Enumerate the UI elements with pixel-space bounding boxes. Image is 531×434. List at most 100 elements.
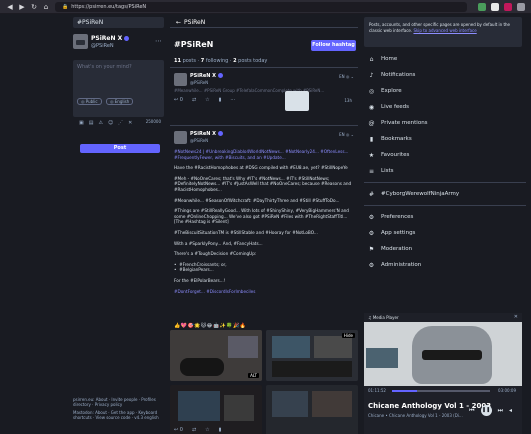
more-menu-icon[interactable]: ⋯	[155, 37, 162, 45]
nav-administration[interactable]: ⚙ Administration	[364, 257, 526, 273]
reply-icon[interactable]: ↩ 0	[174, 97, 183, 103]
forward-arrow-icon[interactable]: ▶	[16, 0, 28, 14]
post-author-handle[interactable]: @PSiReN	[190, 138, 208, 143]
post-paragraph: With a #SparklyPony... And, #FancyHats..…	[174, 240, 263, 246]
favourite-icon[interactable]: ☆	[205, 97, 209, 103]
nav-label: Favourites	[381, 152, 410, 158]
boost-icon[interactable]: ⇄	[192, 427, 196, 433]
post-avatar[interactable]	[174, 131, 187, 144]
reload-icon[interactable]: ↻	[28, 0, 40, 14]
share-icon[interactable]: ⋰	[118, 120, 123, 126]
media-icon[interactable]: ▣	[79, 120, 84, 126]
post-author-name[interactable]: PSiReN X	[190, 73, 224, 79]
media-photo-screens[interactable]: Hide	[266, 330, 358, 381]
track-duration: 03:00:09	[498, 388, 516, 393]
nav-followed-hashtag[interactable]: # #CyborgWerewolfNinjaArmy	[364, 186, 526, 202]
nav-app-settings[interactable]: ⚙ App settings	[364, 225, 526, 241]
nav-bookmarks[interactable]: ▮ Bookmarks	[364, 131, 526, 147]
visibility-select[interactable]: ◎ Public	[77, 98, 102, 105]
more-icon[interactable]: ⋯	[230, 97, 235, 103]
delete-icon[interactable]: ✕	[128, 120, 132, 126]
post-author-name[interactable]: PSiReN X	[190, 131, 224, 137]
nav-private-mentions[interactable]: @ Private mentions	[364, 115, 526, 131]
bookmark-icon[interactable]: ▮	[219, 427, 222, 433]
previous-track-icon[interactable]: ⏮	[469, 407, 474, 415]
extension-shield-icon[interactable]	[478, 3, 486, 11]
stats-today-label: posts today	[238, 58, 268, 64]
nav-notifications[interactable]: ♪ Notifications	[364, 67, 526, 83]
post-author-name-text: PSiReN X	[190, 131, 217, 137]
nav-home[interactable]: ⌂ Home	[364, 51, 526, 67]
bookmark-icon[interactable]: ▮	[219, 97, 222, 103]
media-photo-controller[interactable]: ALT	[170, 330, 262, 381]
elapsed-time: 01:11:52	[368, 388, 386, 393]
back-arrow-icon[interactable]: ←	[176, 19, 181, 26]
nav-favourites[interactable]: ★ Favourites	[364, 147, 526, 163]
alt-badge[interactable]: ALT	[248, 373, 259, 378]
advanced-interface-link[interactable]: Skip to advanced web interface	[413, 28, 476, 33]
nav-label: Preferences	[381, 214, 414, 220]
content-warning-icon[interactable]: ⚠	[98, 120, 102, 126]
search-input[interactable]: #PSiReN	[73, 17, 164, 28]
back-arrow-icon[interactable]: ◀	[4, 0, 16, 14]
profile-card[interactable]: PSiReN X @PSiReN ⋯	[73, 34, 164, 56]
post-paragraph: #TheBiscuitSituationTM is #StillStable a…	[174, 229, 318, 235]
nav-preferences[interactable]: ⚙ Preferences	[364, 209, 526, 225]
favourite-icon[interactable]: ☆	[205, 427, 209, 433]
url-bar[interactable]: 🔒 https://psirren.eu/tags/PSiReN	[55, 2, 467, 12]
nav-explore[interactable]: ◎ Explore	[364, 83, 526, 99]
next-track-icon[interactable]: ⏭	[498, 407, 503, 415]
extension-red-icon[interactable]	[504, 3, 512, 11]
media-player[interactable]: ♫ Media Player ✕ 01:11:52 03:00:09 Chica…	[364, 313, 522, 434]
home-icon[interactable]: ⌂	[40, 0, 52, 14]
nav-moderation[interactable]: ⚑ Moderation	[364, 241, 526, 257]
left-column: #PSiReN PSiReN X @PSiReN ⋯ What's on you…	[73, 17, 164, 427]
volume-icon[interactable]: ◂	[509, 407, 512, 414]
reply-icon[interactable]: ↩ 0	[174, 427, 183, 433]
compass-icon: ◎	[368, 87, 375, 95]
post-timestamp[interactable]: 13h	[344, 98, 352, 103]
divider	[364, 182, 526, 183]
post-author-handle[interactable]: @PSiReN	[190, 80, 208, 85]
compose-box[interactable]: What's on your mind? ◎ Public ◎ English …	[73, 60, 164, 126]
verified-icon	[218, 131, 224, 136]
media-photo-monitors[interactable]	[266, 385, 358, 434]
stats-posts-count: 11	[174, 58, 181, 64]
poll-icon[interactable]: ▤	[89, 120, 94, 126]
hide-media-button[interactable]: Hide	[341, 333, 355, 338]
gear-icon: ⚙	[368, 213, 375, 221]
divider	[364, 205, 526, 206]
profile-handle: @PSiReN	[91, 43, 114, 49]
follow-hashtag-button[interactable]: Follow hashtag	[311, 40, 356, 51]
language-select[interactable]: ◎ English	[106, 98, 134, 105]
nav-lists[interactable]: ≡ Lists	[364, 163, 526, 179]
footer-links-mastodon[interactable]: Mastodon: About · Get the app · Keyboard…	[73, 410, 164, 420]
status-post[interactable]: PSiReN X @PSiReN EN ◎ ⌄ #NotNews24 | #Un…	[170, 127, 358, 434]
post-avatar[interactable]	[174, 73, 187, 86]
stats-posts-label: posts	[182, 58, 196, 64]
context-menu[interactable]	[285, 91, 309, 111]
boost-icon[interactable]: ⇄	[192, 97, 196, 103]
post-paragraph: There's a #ToughDecision #ComingUp:	[174, 251, 257, 257]
post-body: #NotNews24 | #UnbreakingDiablo4WorldNotN…	[174, 149, 356, 299]
column-header[interactable]: ← PSiReN	[170, 17, 358, 28]
extension-puzzle-icon[interactable]	[491, 3, 499, 11]
avatar[interactable]	[73, 34, 88, 49]
status-post[interactable]: PSiReN X @PSiReN EN ◎ ⌄ #Meanwhile... #P…	[170, 69, 358, 112]
menu-icon[interactable]	[517, 3, 525, 11]
footer-links-site[interactable]: psirren.eu: About · Invite people · Prof…	[73, 397, 164, 407]
emoji-icon[interactable]: ☺	[108, 120, 113, 126]
post-button[interactable]: Post	[80, 144, 160, 153]
pause-button[interactable]: ❚❚	[480, 405, 492, 416]
bookmark-icon: ▮	[369, 135, 374, 143]
post-paragraph: Have the #RacistHomophobes at #DSG compi…	[174, 165, 348, 171]
left-footer: psirren.eu: About · Invite people · Prof…	[73, 397, 164, 420]
divider	[170, 125, 358, 126]
profile-name-text: PSiReN X	[91, 35, 123, 42]
post-paragraph[interactable]: #NotNews24 | #UnbreakingDiablo4WorldNotN…	[174, 149, 356, 160]
close-icon[interactable]: ✕	[514, 313, 518, 322]
post-paragraph[interactable]: #DontForget... #DiscordIsForImbeciles	[174, 289, 356, 295]
nav-live-feeds[interactable]: ◉ Live feeds	[364, 99, 526, 115]
lock-icon: 🔒	[62, 4, 69, 10]
seek-bar[interactable]	[392, 390, 490, 392]
